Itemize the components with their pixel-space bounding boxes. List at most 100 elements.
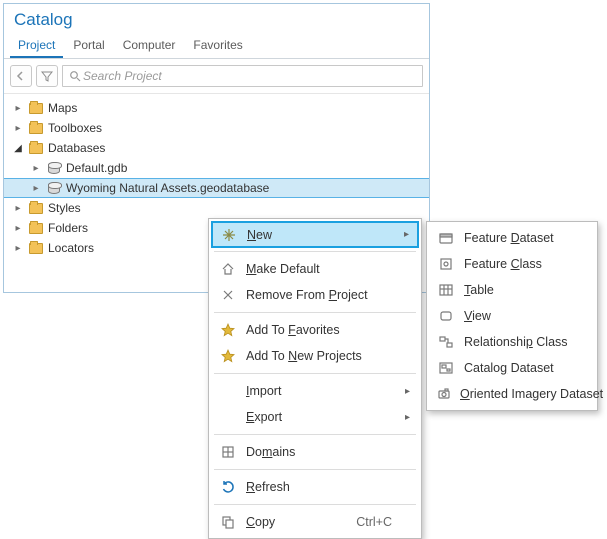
chevron-right-icon[interactable]: ▸ — [30, 183, 42, 194]
menu-item-label: Relationship Class — [464, 335, 568, 349]
tab-computer[interactable]: Computer — [115, 34, 184, 58]
folder-icon — [28, 220, 44, 236]
tree-label: Styles — [48, 201, 81, 215]
folder-icon — [28, 200, 44, 216]
menu-separator — [214, 504, 416, 505]
menu-item-label: Feature Class — [464, 257, 542, 271]
chevron-right-icon[interactable]: ▸ — [12, 223, 24, 234]
tree-node-wyoming-gdb[interactable]: ▸ Wyoming Natural Assets.geodatabase — [4, 178, 429, 198]
tab-favorites[interactable]: Favorites — [185, 34, 250, 58]
ctx-geodatabase-item-9[interactable]: Export ▸ — [212, 404, 418, 430]
ctx-geodatabase-item-11[interactable]: Domains — [212, 439, 418, 465]
chevron-right-icon[interactable]: ▸ — [12, 203, 24, 214]
menu-separator — [214, 373, 416, 374]
folder-icon — [28, 100, 44, 116]
menu-separator — [214, 251, 416, 252]
tree-node-maps[interactable]: ▸ Maps — [4, 98, 429, 118]
ctx-geodatabase-item-8[interactable]: Import ▸ — [212, 378, 418, 404]
ctx-geodatabase-item-0[interactable]: New ▸ — [211, 221, 419, 248]
menu-separator — [214, 469, 416, 470]
tree-label: Folders — [48, 221, 88, 235]
funnel-icon — [41, 70, 53, 82]
folder-icon — [28, 120, 44, 136]
oriented-icon — [436, 386, 452, 402]
ctx-new-item-5[interactable]: Catalog Dataset — [430, 355, 594, 381]
back-arrow-icon — [15, 70, 27, 82]
tree-label: Toolboxes — [48, 121, 102, 135]
refresh-icon — [218, 479, 238, 495]
sparkle-icon — [219, 227, 239, 243]
menu-item-label: Catalog Dataset — [464, 361, 554, 375]
relclass-icon — [436, 334, 456, 350]
tab-portal[interactable]: Portal — [65, 34, 112, 58]
context-submenu-new: Feature Dataset Feature Class Table View Rel… — [426, 221, 598, 411]
search-input[interactable] — [81, 68, 416, 84]
ctx-new-item-2[interactable]: Table — [430, 277, 594, 303]
chevron-down-icon[interactable]: ◢ — [12, 143, 24, 154]
menu-item-label: Oriented Imagery Dataset — [460, 387, 603, 401]
menu-item-label: View — [464, 309, 491, 323]
context-menu-geodatabase: New ▸ Make Default Remove From Project Add T… — [208, 218, 422, 539]
toolbar — [4, 59, 429, 94]
ctx-new-item-1[interactable]: Feature Class — [430, 251, 594, 277]
chevron-right-icon[interactable]: ▸ — [12, 123, 24, 134]
back-button[interactable] — [10, 65, 32, 87]
tree-label: Wyoming Natural Assets.geodatabase — [66, 181, 269, 195]
tree-label: Default.gdb — [66, 161, 127, 175]
catdataset-icon — [436, 360, 456, 376]
tree-node-databases[interactable]: ◢ Databases — [4, 138, 429, 158]
chevron-right-icon: ▸ — [405, 386, 410, 397]
chevron-right-icon[interactable]: ▸ — [30, 163, 42, 174]
star-icon — [218, 322, 238, 338]
ctx-new-item-0[interactable]: Feature Dataset — [430, 225, 594, 251]
fclass-icon — [436, 256, 456, 272]
table-icon — [436, 282, 456, 298]
copy-icon — [218, 514, 238, 530]
menu-item-label: Add To New Projects — [246, 349, 362, 363]
ctx-geodatabase-item-13[interactable]: Refresh — [212, 474, 418, 500]
ctx-new-item-6[interactable]: Oriented Imagery Dataset — [430, 381, 594, 407]
menu-item-label: Table — [464, 283, 494, 297]
tree-node-default-gdb[interactable]: ▸ Default.gdb — [4, 158, 429, 178]
chevron-right-icon[interactable]: ▸ — [12, 103, 24, 114]
menu-item-label: Make Default — [246, 262, 320, 276]
ctx-new-item-4[interactable]: Relationship Class — [430, 329, 594, 355]
menu-item-label: Remove From Project — [246, 288, 368, 302]
ctx-geodatabase-item-6[interactable]: Add To New Projects — [212, 343, 418, 369]
tree-label: Databases — [48, 141, 105, 155]
menu-item-label: Refresh — [246, 480, 290, 494]
x-icon — [218, 287, 238, 303]
menu-item-label: Export — [246, 410, 282, 424]
ctx-geodatabase-item-3[interactable]: Remove From Project — [212, 282, 418, 308]
menu-item-label: Copy — [246, 515, 275, 529]
ctx-geodatabase-item-2[interactable]: Make Default — [212, 256, 418, 282]
folder-icon — [28, 240, 44, 256]
search-field[interactable] — [62, 65, 423, 87]
home-icon — [218, 261, 238, 277]
menu-item-label: Import — [246, 384, 281, 398]
domains-icon — [218, 444, 238, 460]
chevron-right-icon: ▸ — [404, 229, 409, 240]
folder-icon — [28, 140, 44, 156]
menu-item-label: Feature Dataset — [464, 231, 554, 245]
ctx-geodatabase-item-5[interactable]: Add To Favorites — [212, 317, 418, 343]
menu-separator — [214, 312, 416, 313]
ctx-geodatabase-item-15[interactable]: CopyCtrl+C — [212, 509, 418, 535]
ctx-new-item-3[interactable]: View — [430, 303, 594, 329]
tab-project[interactable]: Project — [10, 34, 63, 58]
panel-title: Catalog — [4, 4, 429, 32]
menu-separator — [214, 434, 416, 435]
tree-node-styles[interactable]: ▸ Styles — [4, 198, 429, 218]
menu-item-label: New — [247, 228, 272, 242]
filter-button[interactable] — [36, 65, 58, 87]
tree-node-toolboxes[interactable]: ▸ Toolboxes — [4, 118, 429, 138]
menu-item-label: Add To Favorites — [246, 323, 340, 337]
chevron-right-icon[interactable]: ▸ — [12, 243, 24, 254]
chevron-right-icon: ▸ — [405, 412, 410, 423]
tree-label: Maps — [48, 101, 77, 115]
tree-label: Locators — [48, 241, 94, 255]
geodatabase-icon — [46, 160, 62, 176]
view-icon — [436, 308, 456, 324]
geodatabase-icon — [46, 180, 62, 196]
tab-bar: Project Portal Computer Favorites — [4, 32, 429, 59]
